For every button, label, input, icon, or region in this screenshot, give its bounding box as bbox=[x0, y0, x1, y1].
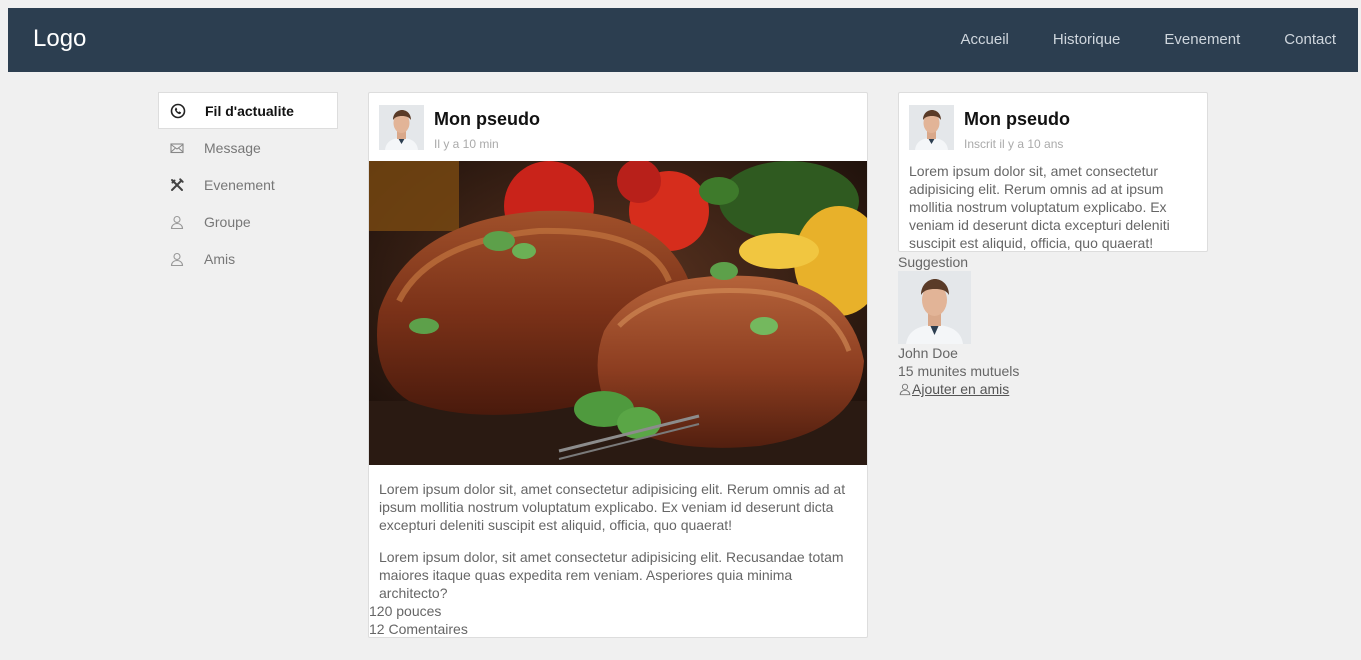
nav-link-accueil[interactable]: Accueil bbox=[939, 8, 1031, 72]
post-author[interactable]: Mon pseudo bbox=[434, 109, 540, 130]
user-icon bbox=[168, 250, 186, 268]
post-paragraph: Lorem ipsum dolor, sit amet consectetur … bbox=[379, 549, 844, 601]
suggestion-heading: Suggestion bbox=[898, 254, 969, 270]
nav-link-contact[interactable]: Contact bbox=[1262, 8, 1358, 72]
add-friend-label: Ajouter en amis bbox=[912, 381, 1010, 397]
sidebar: Fil d'actualite Message Evenement Groupe… bbox=[158, 92, 338, 277]
post-body: Lorem ipsum dolor sit, amet consectetur … bbox=[379, 480, 859, 602]
post-paragraph: Lorem ipsum dolor sit, amet consectetur … bbox=[379, 481, 846, 533]
tools-icon bbox=[168, 176, 186, 194]
add-friend-link[interactable]: Ajouter en amis bbox=[898, 380, 1009, 398]
post-card: Mon pseudo Il y a 10 min Lorem ipsum dol… bbox=[368, 92, 868, 638]
post-image bbox=[369, 161, 867, 465]
logo[interactable]: Logo bbox=[33, 25, 86, 53]
user-icon bbox=[168, 213, 186, 231]
sidebar-item-label: Amis bbox=[204, 250, 236, 267]
sidebar-item-label: Message bbox=[204, 139, 261, 156]
profile-card: Mon pseudo Inscrit il y a 10 ans Lorem i… bbox=[898, 92, 1208, 252]
avatar[interactable] bbox=[909, 105, 954, 150]
profile-name[interactable]: Mon pseudo bbox=[964, 109, 1070, 130]
suggestion-mutual: 15 munites mutuels bbox=[898, 363, 1020, 379]
avatar[interactable] bbox=[379, 105, 424, 150]
sidebar-item-label: Evenement bbox=[204, 176, 275, 193]
suggestion-panel: Suggestion John Doe 15 munites mutuels A… bbox=[898, 253, 1218, 400]
profile-since: Inscrit il y a 10 ans bbox=[964, 137, 1064, 151]
user-icon bbox=[899, 383, 911, 396]
comments-count[interactable]: 12 Comentaires bbox=[369, 620, 468, 638]
phone-icon bbox=[169, 102, 187, 120]
sidebar-item-label: Fil d'actualite bbox=[205, 102, 294, 119]
nav-link-evenement[interactable]: Evenement bbox=[1142, 8, 1262, 72]
sidebar-item-evenement[interactable]: Evenement bbox=[158, 166, 338, 203]
navbar: Logo Accueil Historique Evenement Contac… bbox=[8, 8, 1358, 72]
profile-header: Mon pseudo Inscrit il y a 10 ans bbox=[899, 93, 1207, 161]
sidebar-item-fil-actualite[interactable]: Fil d'actualite bbox=[158, 92, 338, 129]
sidebar-item-message[interactable]: Message bbox=[158, 129, 338, 166]
nav-links: Accueil Historique Evenement Contact bbox=[939, 8, 1358, 72]
sidebar-item-label: Groupe bbox=[204, 213, 251, 230]
post-stats: 120 pouces 12 Comentaires bbox=[369, 602, 468, 638]
avatar[interactable] bbox=[898, 271, 971, 344]
post-header: Mon pseudo Il y a 10 min bbox=[369, 93, 867, 161]
likes-count[interactable]: 120 pouces bbox=[369, 602, 468, 620]
profile-bio: Lorem ipsum dolor sit, amet consectetur … bbox=[909, 163, 1170, 251]
sidebar-item-groupe[interactable]: Groupe bbox=[158, 203, 338, 240]
nav-link-historique[interactable]: Historique bbox=[1031, 8, 1143, 72]
sidebar-item-amis[interactable]: Amis bbox=[158, 240, 338, 277]
post-time: Il y a 10 min bbox=[434, 137, 499, 151]
suggestion-name[interactable]: John Doe bbox=[898, 344, 1218, 362]
envelope-icon bbox=[168, 139, 186, 157]
